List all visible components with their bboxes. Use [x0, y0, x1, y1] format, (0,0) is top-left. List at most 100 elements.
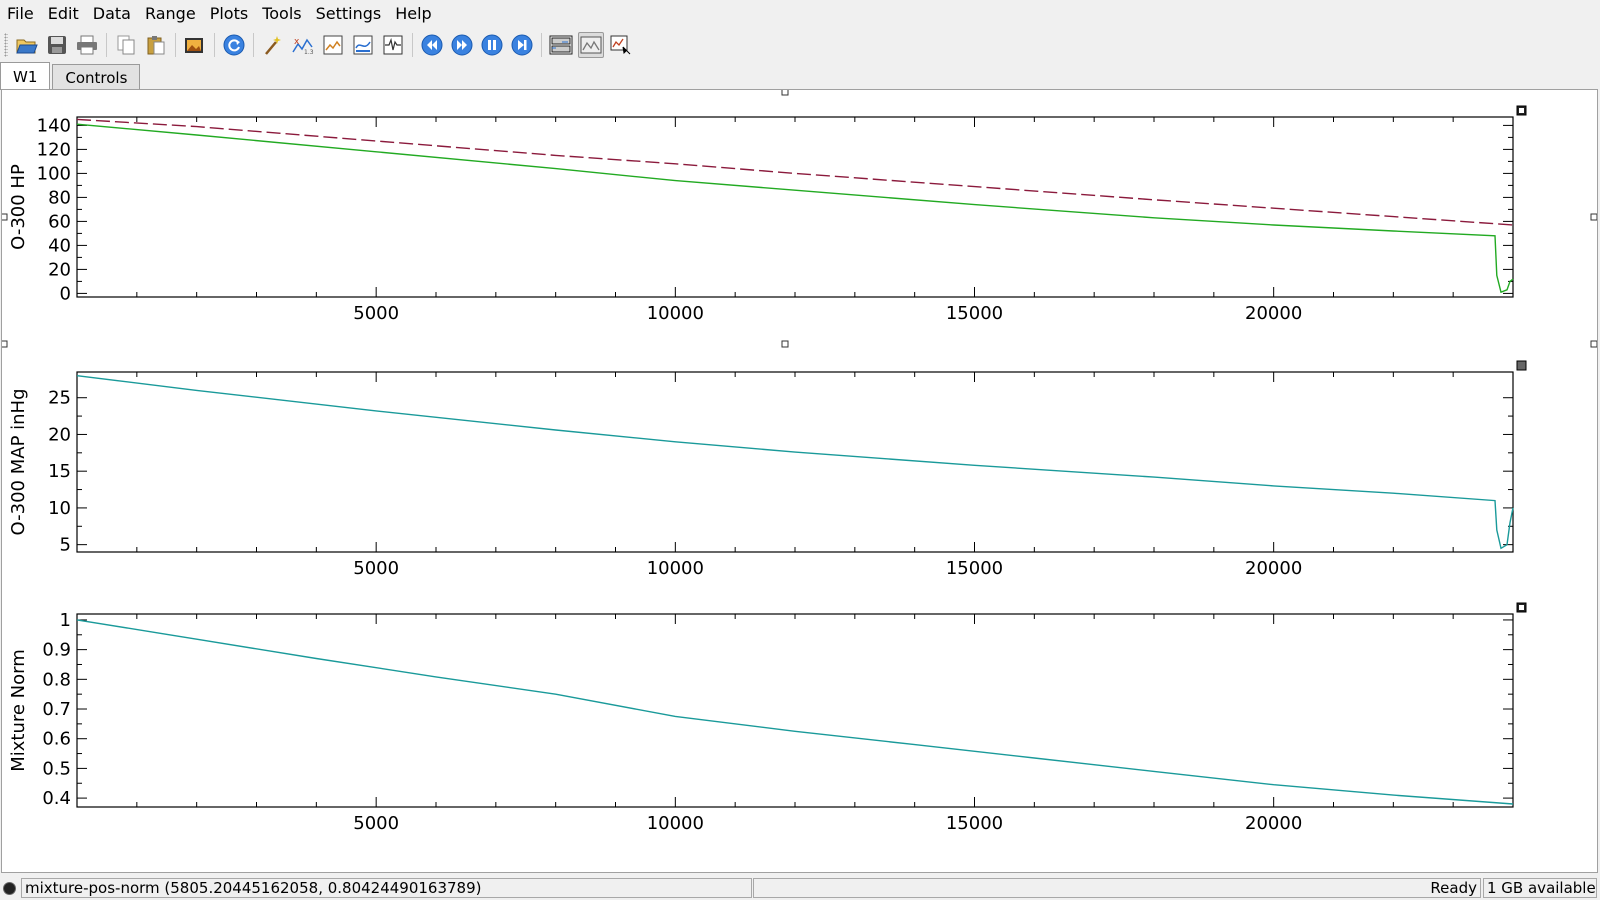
save-button[interactable] [44, 32, 70, 58]
resize-handle [1590, 340, 1597, 348]
status-ready: Ready [1430, 879, 1477, 897]
menu-help[interactable]: Help [388, 4, 438, 23]
open-button[interactable] [14, 32, 40, 58]
plots-canvas[interactable]: 5000 10000 15000 20000020406080100120140O-3… [2, 90, 1597, 872]
edit-plot-button[interactable] [320, 32, 346, 58]
menu-tools[interactable]: Tools [255, 4, 308, 23]
y-tick-label: 0.7 [42, 699, 71, 720]
x-tick-label: 10000 [647, 558, 704, 579]
status-bar: mixture-pos-norm (5805.20445162058, 0.80… [0, 877, 1600, 899]
data-mode-icon [610, 35, 631, 55]
wizard-button[interactable] [260, 32, 286, 58]
x-tick-label: 15000 [946, 558, 1003, 579]
paste-icon [147, 36, 165, 55]
y-tick-label: 0.5 [42, 758, 71, 779]
menu-settings[interactable]: Settings [309, 4, 389, 23]
edit-vector-icon [353, 35, 373, 55]
y-tick-label: 100 [37, 163, 71, 184]
y-tick-label: 80 [48, 187, 71, 208]
y-axis-label-2: O-300 MAP inHg [8, 388, 29, 535]
back-button[interactable] [419, 32, 445, 58]
toolbar-separator [106, 33, 107, 57]
x-tick-label: 20000 [1245, 813, 1302, 834]
print-icon [77, 35, 97, 55]
status-message-box: mixture-pos-norm (5805.20445162058, 0.80… [21, 878, 752, 898]
y-tick-label: 15 [48, 461, 71, 482]
forward-icon [451, 34, 473, 56]
plot-frame-3 [76, 613, 1514, 808]
x-tick-label: 15000 [946, 813, 1003, 834]
data-manager-button[interactable]: x 1.3 [290, 32, 316, 58]
menubar: File Edit Data Range Plots Tools Setting… [0, 0, 1600, 26]
copy-button[interactable] [113, 32, 139, 58]
resize-handle [2, 340, 8, 348]
y-tick-label: 0 [60, 283, 71, 304]
end-button[interactable] [509, 32, 535, 58]
filter-button[interactable] [380, 32, 406, 58]
y-axis-label-1: O-300 HP [8, 164, 29, 250]
y-tick-label: 1 [60, 610, 71, 631]
edit-vector-button[interactable] [350, 32, 376, 58]
reload-icon [223, 34, 245, 56]
svg-text:x: x [294, 37, 300, 47]
toolbar-grip[interactable] [4, 33, 8, 57]
x-tick-label: 10000 [647, 303, 704, 324]
layout-mode-button[interactable] [548, 32, 574, 58]
export-image-icon [185, 38, 203, 53]
tab-w1[interactable]: W1 [0, 62, 51, 90]
menu-edit[interactable]: Edit [41, 4, 86, 23]
zoom-mode-icon [580, 36, 602, 54]
y-tick-label: 25 [48, 388, 71, 409]
menu-plots[interactable]: Plots [203, 4, 256, 23]
wizard-wand-icon [265, 36, 281, 55]
print-button[interactable] [74, 32, 100, 58]
x-tick-label: 5000 [353, 303, 399, 324]
y-tick-label: 0.8 [42, 669, 71, 690]
toolbar-separator [214, 33, 215, 57]
menu-data[interactable]: Data [86, 4, 138, 23]
status-memory: 1 GB available [1487, 879, 1596, 897]
zoom-mode-button[interactable] [578, 32, 604, 58]
status-state-box: Ready [753, 878, 1481, 898]
y-tick-label: 40 [48, 235, 71, 256]
y-tick-label: 0.9 [42, 640, 71, 661]
x-tick-label: 15000 [946, 303, 1003, 324]
menu-file[interactable]: File [0, 4, 41, 23]
tab-controls[interactable]: Controls [52, 64, 141, 90]
data-manager-icon: x 1.3 [292, 37, 314, 56]
forward-button[interactable] [449, 32, 475, 58]
plot-frame-2 [76, 371, 1514, 553]
y-tick-label: 140 [37, 115, 71, 136]
pause-button[interactable] [479, 32, 505, 58]
resize-handle [2, 213, 8, 221]
plot-corner-marker-inner [1519, 605, 1524, 610]
resize-handle [1590, 213, 1597, 221]
x-tick-label: 20000 [1245, 558, 1302, 579]
end-icon [511, 34, 533, 56]
status-memory-box: 1 GB available [1483, 878, 1597, 898]
reload-button[interactable] [221, 32, 247, 58]
menu-range[interactable]: Range [138, 4, 203, 23]
layout-mode-icon [549, 35, 573, 55]
pause-icon [481, 34, 503, 56]
paste-button[interactable] [143, 32, 169, 58]
y-tick-label: 60 [48, 211, 71, 232]
plot-panel: 5000 10000 15000 20000 0 20 40 60 80 100 120 140 O-3… [1, 89, 1598, 873]
tab-bar: W1 Controls [0, 62, 142, 90]
y-tick-label: 20 [48, 259, 71, 280]
data-mode-button[interactable] [608, 32, 634, 58]
toolbar-separator [541, 33, 542, 57]
export-image-button[interactable] [182, 32, 208, 58]
x-tick-label: 5000 [353, 813, 399, 834]
x-tick-label: 10000 [647, 813, 704, 834]
y-tick-label: 10 [48, 498, 71, 519]
status-message: mixture-pos-norm (5805.20445162058, 0.80… [25, 879, 482, 897]
toolbar-separator [175, 33, 176, 57]
resize-handle [781, 90, 789, 96]
filter-icon [383, 35, 403, 55]
back-icon [421, 34, 443, 56]
y-tick-label: 0.4 [42, 788, 71, 809]
edit-plot-icon [323, 35, 343, 55]
y-tick-label: 20 [48, 424, 71, 445]
copy-icon [117, 35, 135, 55]
